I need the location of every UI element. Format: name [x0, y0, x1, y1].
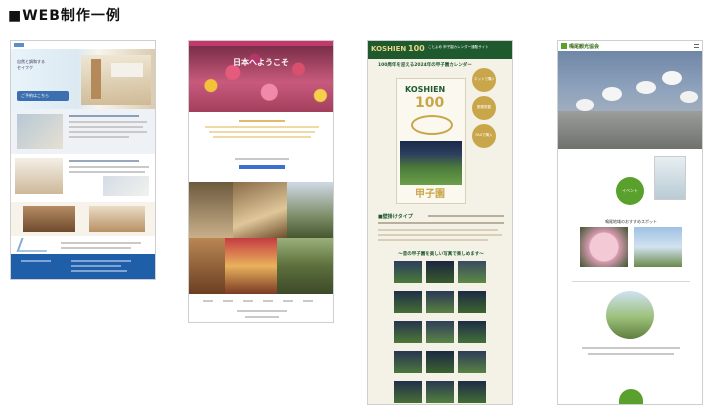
site4-logo: 鳴尾観光協会	[569, 44, 600, 50]
menu-icon[interactable]	[694, 44, 699, 48]
site4-section-title: 鳴尾地域のおすすめスポット	[605, 219, 657, 224]
site1-header	[11, 41, 155, 49]
site3-cover-title: 甲子園	[415, 189, 445, 200]
page-heading: ■WEB制作一例	[8, 8, 121, 24]
site4-bottom-badge[interactable]	[619, 389, 643, 404]
site2-photo-collage	[189, 182, 333, 294]
site3-stadium-emblem	[411, 115, 453, 135]
website-thumbnail-1[interactable]: 自然と調和する セイフク ご予約はこちら	[10, 40, 156, 280]
site2-hero-title: 日本へようこそ	[233, 58, 289, 67]
site2-footer	[189, 294, 333, 322]
site1-banner[interactable]: ご予約はこちら	[17, 91, 69, 101]
site3-gallery-title: ～昔の甲子園を美しい写真で楽しめます～	[398, 252, 484, 257]
site3-section-title: ■壁掛けタイプ	[378, 214, 413, 220]
site3-photo-gallery	[394, 261, 488, 404]
site1-hero-text: 自然と調和する セイフク	[17, 59, 45, 70]
site3-badge-mail[interactable]: 郵便振替	[472, 96, 496, 120]
site4-hero-seagulls	[558, 51, 702, 149]
site1-gallery	[11, 202, 155, 236]
site3-calendar-cover[interactable]: KOSHIEN 100 甲子園	[396, 78, 466, 204]
site3-logo-num: 100	[408, 44, 425, 53]
website-thumbnail-3[interactable]: KOSHIEN 100 ことよめ 甲子園カレンダー通販サイト 100周年を迎える…	[367, 40, 513, 405]
site1-brush-section	[11, 236, 155, 254]
site2-intro-text	[189, 112, 333, 182]
site3-headline: 100周年を迎える2024年の甲子園カレンダー	[378, 63, 472, 68]
website-thumbnail-2[interactable]: 日本へようこそ	[188, 40, 334, 323]
site3-header: KOSHIEN 100 ことよめ 甲子園カレンダー通販サイト	[368, 41, 512, 59]
site2-hero	[189, 46, 333, 112]
site3-cover-num: 100	[415, 95, 445, 111]
site3-stadium-photo	[400, 141, 462, 185]
site1-info-panel	[11, 109, 155, 154]
site4-event-badge[interactable]: イベント	[616, 177, 644, 205]
site4-circle-photo	[606, 291, 654, 339]
website-thumbnail-4[interactable]: 鳴尾観光協会 イベント 鳴尾地域のおすすめスポット	[557, 40, 703, 405]
site4-logo-mark	[561, 43, 567, 49]
site1-footer	[11, 254, 155, 279]
site3-badge-fax[interactable]: FAXで購入	[472, 124, 496, 148]
site4-brochure[interactable]	[654, 156, 686, 200]
site1-rooms	[11, 154, 155, 202]
site3-header-nav[interactable]: ことよめ 甲子園カレンダー通販サイト	[428, 45, 512, 50]
site4-spot-photos	[580, 227, 684, 267]
site1-logo	[14, 43, 24, 47]
site3-logo: KOSHIEN	[371, 45, 407, 53]
site3-badge-net[interactable]: ネットで購入	[472, 68, 496, 92]
site3-cover-logo: KOSHIEN	[405, 85, 446, 94]
site4-header: 鳴尾観光協会	[558, 41, 702, 51]
